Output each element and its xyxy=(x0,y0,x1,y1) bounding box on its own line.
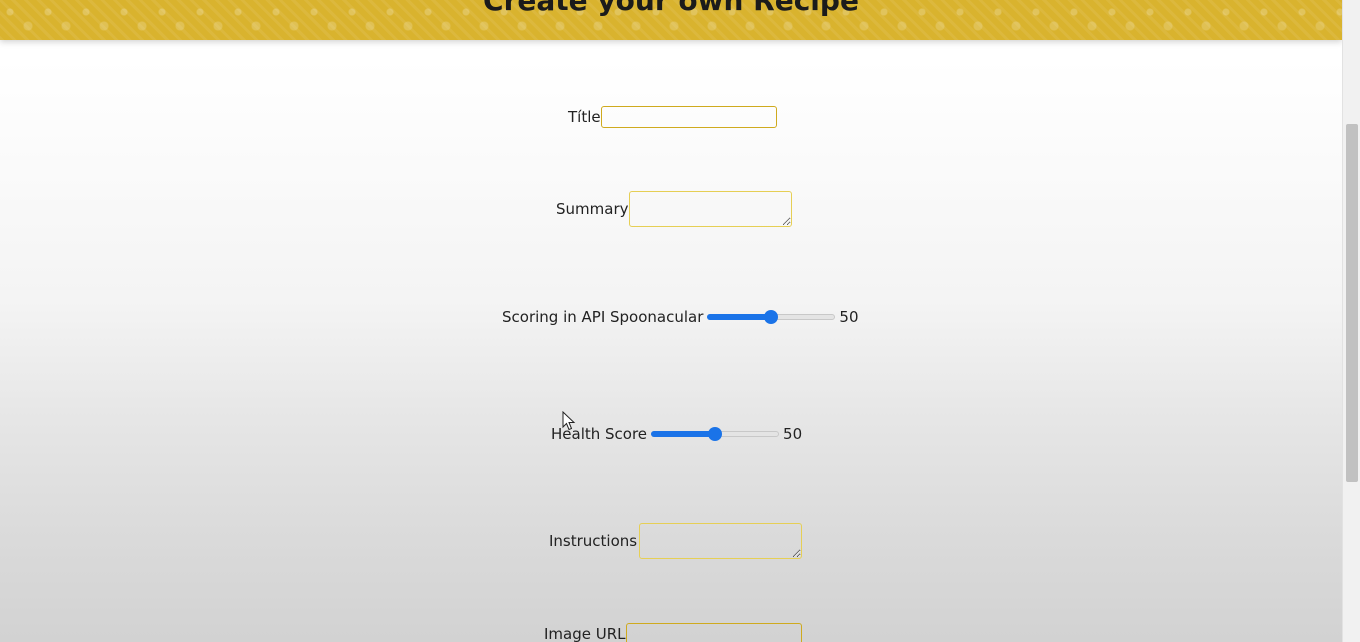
summary-textarea[interactable] xyxy=(628,191,792,227)
page: Create your own Recipe Títle Summary Sco… xyxy=(0,0,1342,642)
score-slider[interactable] xyxy=(707,310,836,324)
title-row: Títle xyxy=(568,106,777,128)
header-banner: Create your own Recipe xyxy=(0,0,1342,40)
instructions-textarea[interactable] xyxy=(639,523,803,559)
health-slider[interactable] xyxy=(651,427,780,441)
score-slider-fill xyxy=(707,314,772,320)
title-label: Títle xyxy=(568,108,601,126)
title-input[interactable] xyxy=(600,106,777,128)
score-label: Scoring in API Spoonacular xyxy=(502,308,704,326)
health-row: Health Score 50 xyxy=(551,425,802,443)
arrow-cursor-icon xyxy=(562,411,576,431)
score-value: 50 xyxy=(839,308,859,326)
image-url-label: Image URL xyxy=(544,625,626,642)
instructions-row: Instructions xyxy=(549,523,803,559)
health-slider-thumb[interactable] xyxy=(708,427,723,441)
scrollbar-thumb[interactable] xyxy=(1346,124,1358,482)
score-row: Scoring in API Spoonacular 50 xyxy=(502,308,859,326)
image-url-row: Image URL xyxy=(544,623,802,642)
score-slider-thumb[interactable] xyxy=(764,310,779,324)
page-title: Create your own Recipe xyxy=(483,0,859,17)
health-slider-fill xyxy=(651,431,716,437)
instructions-label: Instructions xyxy=(549,532,638,550)
summary-label: Summary xyxy=(556,200,629,218)
page-scrollbar[interactable] xyxy=(1342,0,1360,642)
image-url-input[interactable] xyxy=(625,623,802,642)
health-value: 50 xyxy=(783,425,803,443)
summary-row: Summary xyxy=(556,191,792,227)
